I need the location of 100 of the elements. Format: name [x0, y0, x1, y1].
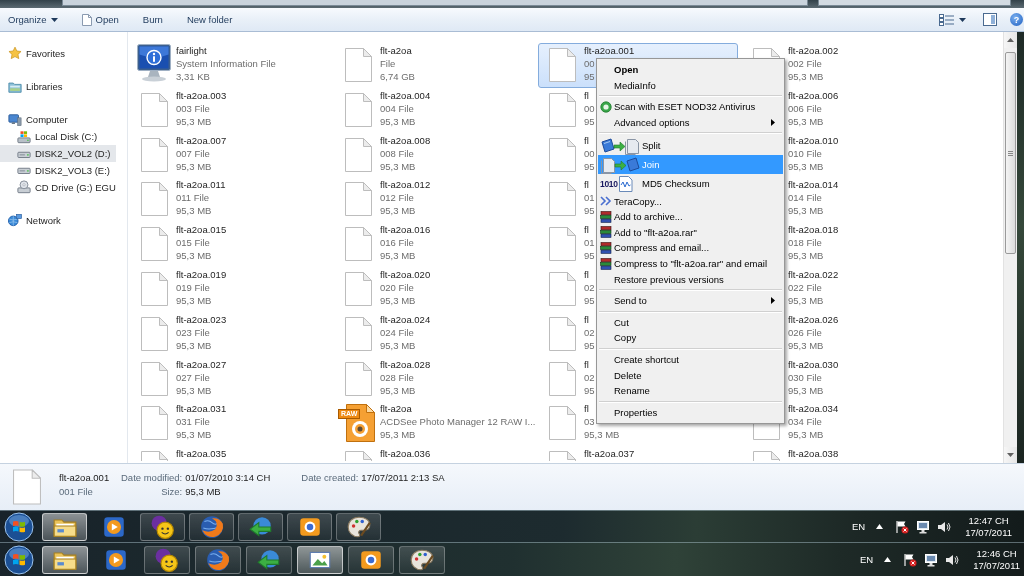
- file-size: 95,3 MB: [380, 114, 416, 128]
- file-type: 02: [584, 281, 595, 294]
- file-name: flt-a2oa: [380, 44, 412, 57]
- file-name: flt-a2oa.018: [788, 223, 839, 237]
- file-name: flt-a2oa.030: [788, 357, 839, 371]
- file-name: flt-a2oa.031: [176, 402, 227, 416]
- file-size: 95,3 MB: [176, 114, 212, 128]
- file-size: 95,3 MB: [176, 294, 212, 307]
- file-size: 95,3 MB: [176, 338, 212, 352]
- file-type: 022 File: [788, 281, 822, 294]
- file-size: 3,31 KB: [176, 70, 210, 83]
- file-size: 95: [584, 114, 595, 128]
- file-size: 95,3 MB: [788, 159, 824, 173]
- details-file-type: 001 File: [59, 485, 93, 499]
- file-size: 95,3 MB: [176, 204, 212, 218]
- file-size: 95: [584, 249, 595, 263]
- file-name: flt-a2oa.014: [788, 178, 839, 192]
- file-type: 002 File: [788, 57, 822, 70]
- file-type: 015 File: [176, 236, 210, 250]
- file-size: 95,3 MB: [176, 249, 212, 263]
- file-size: 95,3 MB: [788, 204, 824, 218]
- file-name: fl: [584, 178, 589, 192]
- file-size: 95: [584, 70, 595, 83]
- file-name: flt-a2oa.027: [176, 357, 227, 371]
- file-name: flt-a2oa.024: [380, 312, 431, 326]
- file-name: flt-a2oa.028: [380, 357, 431, 371]
- file-name: flt-a2oa.037: [584, 447, 635, 461]
- file-size: 95,3 MB: [380, 159, 416, 173]
- file-name: fl: [584, 357, 589, 371]
- file-name: fl: [584, 402, 589, 416]
- file-name: flt-a2oa.012: [380, 178, 431, 192]
- file-name: flt-a2oa.011: [176, 178, 226, 192]
- file-type: 019 File: [176, 281, 210, 294]
- file-name: fl: [584, 312, 589, 326]
- file-type: 030 File: [788, 370, 822, 384]
- file-name: flt-a2oa.034: [788, 402, 839, 416]
- file-name: fl: [584, 223, 589, 237]
- file-name: flt-a2oa.008: [380, 133, 431, 147]
- file-name: flt-a2oa.007: [176, 133, 227, 147]
- file-size: 95: [584, 204, 595, 218]
- file-name: fl: [584, 88, 589, 102]
- file-type: 00: [584, 101, 595, 115]
- file-type: 004 File: [380, 101, 414, 115]
- file-name: flt-a2oa.020: [380, 268, 431, 281]
- file-size: 95,3 MB: [380, 294, 416, 307]
- file-size: 95: [584, 338, 595, 352]
- file-size: 95: [584, 294, 595, 307]
- file-type: 008 File: [380, 146, 414, 160]
- file-size: 95: [584, 383, 595, 397]
- field-value: 01/07/2010 3:14 CH: [185, 471, 271, 485]
- file-type: 024 File: [380, 325, 414, 339]
- file-size: 95,3 MB: [176, 383, 212, 397]
- file-type: 031 File: [176, 415, 210, 429]
- file-type: 01: [584, 191, 595, 205]
- file-name: flt-a2oa: [380, 402, 412, 416]
- file-type: File: [380, 57, 396, 70]
- file-type: 02: [584, 370, 595, 384]
- file-name: flt-a2oa.035: [176, 447, 227, 461]
- file-type: 00: [584, 146, 595, 160]
- file-size: 95,3 MB: [176, 159, 212, 173]
- binary-digits: 1010: [600, 178, 618, 189]
- file-type: 02: [584, 325, 595, 339]
- file-size: 95,3 MB: [380, 383, 416, 397]
- file-type: 020 File: [380, 281, 414, 294]
- file-type: 027 File: [176, 370, 210, 384]
- file-type: 01: [584, 236, 595, 250]
- file-name: fl: [584, 133, 589, 147]
- file-name: flt-a2oa.002: [788, 44, 839, 57]
- file-type: 016 File: [380, 236, 414, 250]
- file-name: flt-a2oa.022: [788, 268, 839, 281]
- file-type: 03: [584, 415, 595, 429]
- file-name: fl: [584, 268, 589, 281]
- file-name: flt-a2oa.006: [788, 88, 839, 102]
- file-size: 95,3 MB: [788, 383, 824, 397]
- file-type: 028 File: [380, 370, 414, 384]
- file-type: 006 File: [788, 101, 822, 115]
- file-size: 95: [584, 159, 595, 173]
- file-name: flt-a2oa.010: [788, 133, 839, 147]
- file-name: flt-a2oa.023: [176, 312, 227, 326]
- file-size: 95,3 MB: [788, 338, 824, 352]
- file-type: 003 File: [176, 101, 210, 115]
- file-size: 95,3 MB: [380, 428, 416, 442]
- file-type: 00: [584, 57, 595, 70]
- file-type: 018 File: [788, 236, 822, 250]
- file-size: 95,3 MB: [788, 114, 824, 128]
- file-type: 011 File: [176, 191, 210, 205]
- file-type: 023 File: [176, 325, 210, 339]
- field-value: 17/07/2011 2:13 SA: [361, 471, 445, 485]
- file-type: 026 File: [788, 325, 822, 339]
- file-name: flt-a2oa.003: [176, 88, 227, 102]
- file-type: 034 File: [788, 415, 822, 429]
- file-type: 014 File: [788, 191, 822, 205]
- field-label: Date created:: [301, 471, 359, 485]
- field-value: 95,3 MB: [185, 485, 221, 499]
- field-label: Size:: [161, 485, 183, 499]
- file-size: 95,3 MB: [176, 428, 212, 442]
- file-name: flt-a2oa.001: [584, 44, 635, 57]
- file-name: flt-a2oa.004: [380, 88, 431, 102]
- field-label: Date modified:: [121, 471, 183, 485]
- file-size: 95,3 MB: [380, 338, 416, 352]
